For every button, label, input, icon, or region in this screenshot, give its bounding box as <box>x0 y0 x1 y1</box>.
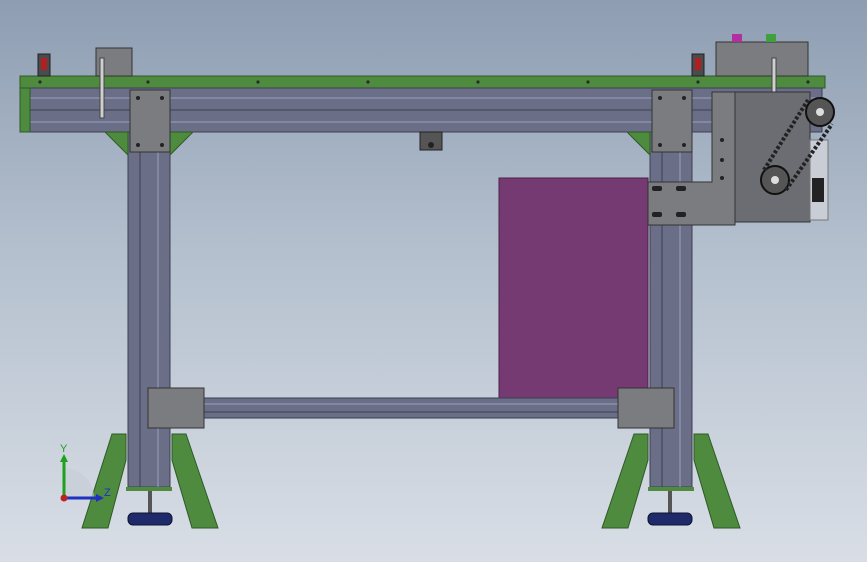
y-axis-arrowhead <box>60 454 68 462</box>
right-inner-gusset <box>625 131 651 157</box>
right-base-plate <box>648 487 694 491</box>
left-leg-profile[interactable] <box>127 131 171 488</box>
right-inner-foot <box>601 433 649 529</box>
right-top-joint-plate[interactable] <box>651 89 693 153</box>
left-end-cap <box>19 87 31 133</box>
left-inner-foot <box>171 433 219 529</box>
left-sensor-indicator <box>41 58 47 70</box>
purple-panel[interactable] <box>498 177 649 399</box>
z-axis-arrowhead <box>96 494 104 502</box>
sprocket-hub <box>816 108 824 116</box>
z-axis-label: Z <box>104 487 111 499</box>
left-base-plate <box>126 487 172 491</box>
cad-viewport[interactable]: Y Z <box>0 0 867 562</box>
left-inner-gusset <box>169 131 195 157</box>
right-lower-joint-plate[interactable] <box>617 387 675 429</box>
green-fitting <box>766 34 776 42</box>
left-top-joint-plate[interactable] <box>129 89 171 153</box>
motor-end-cap <box>812 178 824 202</box>
right-leveling-pad <box>647 512 693 526</box>
right-leveling-screw <box>668 491 672 513</box>
lower-crossbar[interactable] <box>169 397 651 419</box>
y-axis-label: Y <box>60 443 68 455</box>
conveyor-top-rail[interactable] <box>19 75 826 89</box>
left-leveling-pad <box>127 512 173 526</box>
motor-housing[interactable] <box>715 41 809 77</box>
x-axis-point <box>60 494 68 502</box>
left-lower-joint-plate[interactable] <box>147 387 205 429</box>
conveyor-assembly[interactable] <box>0 0 867 562</box>
left-guide-rod <box>99 57 105 119</box>
right-outer-foot <box>693 433 741 529</box>
left-leveling-screw <box>148 491 152 513</box>
axis-triad: Y Z <box>60 443 111 502</box>
left-outer-gusset <box>103 131 129 157</box>
right-sensor-indicator <box>695 58 701 70</box>
bottom-sensor-lens <box>428 142 434 148</box>
sprocket-hub <box>771 176 779 184</box>
triad-quadrant <box>64 468 94 498</box>
purple-fitting <box>732 34 742 42</box>
